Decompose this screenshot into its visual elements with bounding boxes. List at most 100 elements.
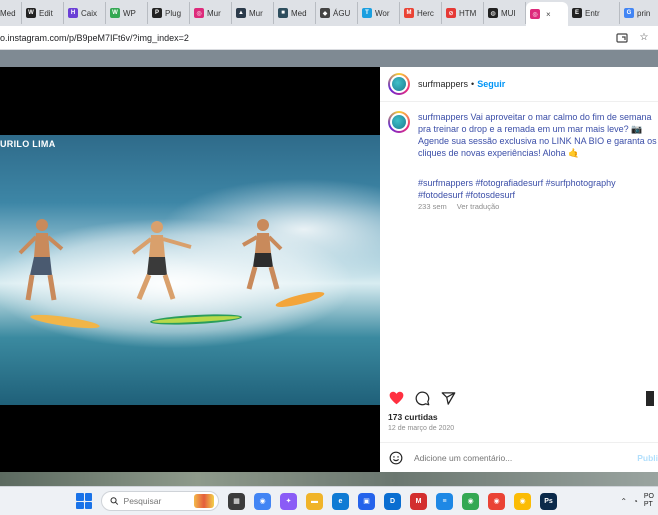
likes-count[interactable]: 173 curtidas <box>388 412 438 422</box>
taskbar: ▦ ◉ ✦ ▬ e ▣ DM ≡ ◉ ◉ ◉ Ps ⌃ ◔ POPT <box>0 486 658 515</box>
browser-tab[interactable]: T Wor <box>358 2 400 24</box>
browser-tab[interactable]: Med <box>0 2 22 24</box>
tab-favicon-icon: ⊘ <box>446 8 456 18</box>
browser-tab[interactable]: ■ Med <box>274 2 316 24</box>
tab-label: Plug <box>165 8 182 18</box>
browser-tab[interactable]: ◎ × <box>526 2 568 26</box>
network-icon[interactable]: ◔ <box>633 497 638 506</box>
caption-meta: 233 sem Ver tradução <box>418 202 499 211</box>
post-side-panel: surfmappers • Seguir surfmappers Vai apr… <box>380 67 658 472</box>
taskbar-search[interactable] <box>101 491 219 511</box>
surf-photo: URILO LIMA <box>0 135 380 405</box>
tab-favicon-icon: ◆ <box>320 8 330 18</box>
taskbar-app-photoshop-icon[interactable]: Ps <box>540 492 557 510</box>
search-highlight-icon <box>193 494 214 508</box>
tab-label: Wor <box>375 8 390 18</box>
tab-label: HTM <box>459 8 477 18</box>
browser-tab[interactable]: E Entr <box>568 2 620 24</box>
post-media[interactable]: URILO LIMA <box>0 67 380 472</box>
url-text[interactable]: o.instagram.com/p/B9peM7IFt6v/?img_index… <box>0 33 614 43</box>
header-separator: • <box>471 79 475 89</box>
header-username[interactable]: surfmappers <box>418 79 468 89</box>
comment-icon[interactable] <box>414 390 430 406</box>
browser-tab[interactable]: ▲ Mur <box>232 2 274 24</box>
tab-favicon-icon: W <box>26 8 36 18</box>
taskbar-app-notes-icon[interactable]: ≡ <box>436 492 453 510</box>
browser-tab[interactable]: M Herc <box>400 2 442 24</box>
surfer-figure <box>131 221 192 300</box>
browser-tab[interactable]: Gprin <box>620 2 658 24</box>
taskbar-app-copilot-icon[interactable]: ✦ <box>280 492 297 510</box>
tab-label: Med <box>0 8 16 18</box>
taskbar-app-chrome-icon[interactable]: ◉ <box>254 492 271 510</box>
taskbar-app-edge-icon[interactable]: e <box>332 492 349 510</box>
taskbar-app-chrome-3-icon[interactable]: ◉ <box>488 492 505 510</box>
surfer-figure <box>242 219 283 290</box>
taskbar-app-store-icon[interactable]: ▣ <box>358 492 375 510</box>
comment-input[interactable] <box>414 452 624 463</box>
tab-label: prin <box>637 8 651 18</box>
chevron-up-icon[interactable]: ⌃ <box>620 497 627 506</box>
translate-link[interactable]: Ver tradução <box>457 202 500 211</box>
tab-label: Entr <box>585 8 600 18</box>
browser-tab[interactable]: W WP <box>106 2 148 24</box>
tab-strip: Med W Edit H Caix W WP P Plug ◎ Mur ▲ Mur ■ Med ◆ ÁGU T Wo… <box>0 0 658 26</box>
search-icon <box>110 497 119 505</box>
action-bar <box>388 387 658 409</box>
search-input[interactable] <box>123 496 194 506</box>
surfer-figure <box>18 219 64 301</box>
tab-label: Mur <box>249 8 263 18</box>
browser-tab[interactable]: H Caix <box>64 2 106 24</box>
time-ago: 233 sem <box>418 202 447 211</box>
browser-tab[interactable]: ⊘ HTM <box>442 2 484 24</box>
tab-label: Mur <box>207 8 221 18</box>
bookmark-star-icon[interactable]: ☆ <box>636 30 652 46</box>
tab-favicon-icon: W <box>110 8 120 18</box>
comment-bar: Publi <box>380 442 658 472</box>
emoji-icon[interactable] <box>388 450 404 466</box>
browser-tab[interactable]: ◍ MUI <box>484 2 526 24</box>
follow-button[interactable]: Seguir <box>477 79 505 89</box>
taskbar-app-folder-icon[interactable]: ▬ <box>306 492 323 510</box>
backdrop-strip <box>0 470 658 486</box>
tab-close-icon[interactable]: × <box>546 10 551 19</box>
surfboard <box>149 312 243 327</box>
bookmark-icon[interactable] <box>642 390 658 406</box>
caption-username[interactable]: surfmappers <box>418 112 468 122</box>
tab-favicon-icon: G <box>624 8 634 18</box>
avatar[interactable] <box>388 111 410 133</box>
taskbar-app-mcafee-icon[interactable]: M <box>410 492 427 510</box>
tab-label: Med <box>291 8 307 18</box>
share-icon[interactable] <box>440 390 456 406</box>
tab-favicon-icon: ▲ <box>236 8 246 18</box>
tray-language[interactable]: PO PT <box>644 493 654 509</box>
taskbar-app-chrome-2-icon[interactable]: ◉ <box>462 492 479 510</box>
tab-favicon-icon: H <box>68 8 78 18</box>
tab-label: ÁGU <box>333 8 351 18</box>
address-bar: o.instagram.com/p/B9peM7IFt6v/?img_index… <box>0 26 658 50</box>
browser-tab[interactable]: ◆ ÁGU <box>316 2 358 24</box>
avatar[interactable] <box>388 73 410 95</box>
browser-tab[interactable]: ◎ Mur <box>190 2 232 24</box>
tab-favicon-icon: ◎ <box>194 8 204 18</box>
photo-credit: URILO LIMA <box>0 139 56 149</box>
heart-icon[interactable] <box>388 390 404 406</box>
tab-favicon-icon: E <box>572 8 582 18</box>
system-tray: ⌃ ◔ PO PT <box>620 493 654 509</box>
tab-favicon-icon: ◍ <box>488 8 498 18</box>
taskbar-app-file-explorer-icon[interactable]: ▦ <box>228 492 245 510</box>
taskbar-app-dell-icon[interactable]: D <box>384 492 401 510</box>
browser-tab[interactable]: W Edit <box>22 2 64 24</box>
publish-button[interactable]: Publi <box>637 453 658 463</box>
start-button[interactable] <box>76 493 92 509</box>
open-in-app-icon[interactable] <box>614 30 630 46</box>
tab-label: Edit <box>39 8 53 18</box>
taskbar-apps: ▦ ◉ ✦ ▬ e ▣ D M ≡ ◉ ◉ ◉ Ps <box>219 492 557 510</box>
tab-label: Herc <box>417 8 434 18</box>
tab-label: MUI <box>501 8 516 18</box>
tab-favicon-icon: T <box>362 8 372 18</box>
tab-favicon-icon: M <box>404 8 414 18</box>
taskbar-app-chrome-4-icon[interactable]: ◉ <box>514 492 531 510</box>
hashtags[interactable]: #surfmappers #fotografiadesurf #surfphot… <box>418 177 658 201</box>
browser-tab[interactable]: P Plug <box>148 2 190 24</box>
